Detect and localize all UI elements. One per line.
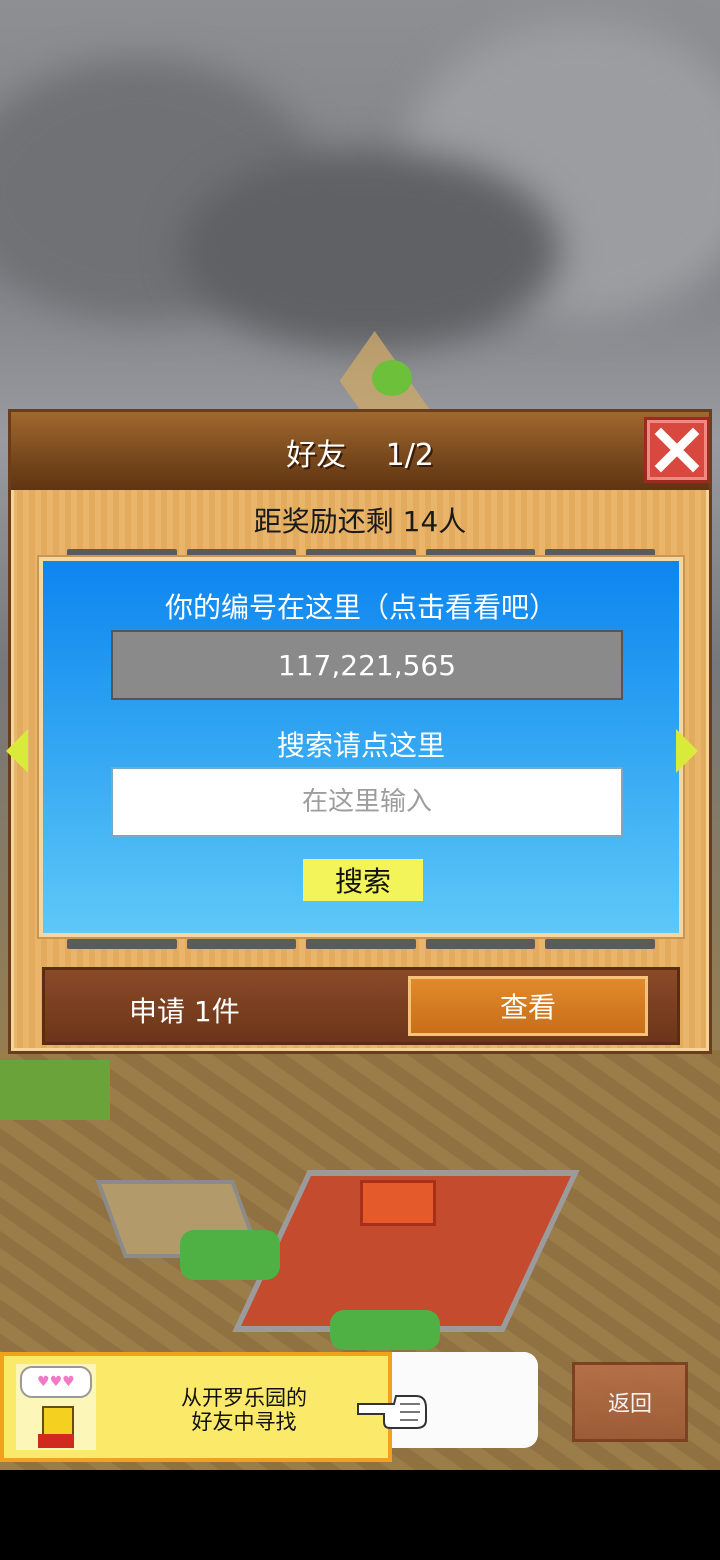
view-requests-button[interactable]: 查看: [408, 976, 648, 1036]
dialog-title-bar: 好友 1/2: [11, 412, 710, 490]
back-button[interactable]: 返回: [572, 1362, 688, 1442]
player-id-display[interactable]: 117,221,565: [111, 630, 623, 700]
indicator-segment: [186, 939, 297, 949]
pointing-hand-icon: [357, 1395, 427, 1429]
previous-page-arrow-icon[interactable]: [6, 729, 28, 773]
bed-sprite: [360, 1180, 436, 1226]
banner-text: 从开罗乐园的 好友中寻找: [181, 1386, 307, 1434]
player-id-label: 你的编号在这里（点击看看吧）: [164, 591, 557, 624]
fog-cloud: [180, 150, 560, 350]
friends-dialog: 好友 1/2 距奖励还剩 14人 你的编号在这里（点击看看吧） 117,221,…: [8, 409, 712, 1054]
find-friends-banner[interactable]: ♥♥♥ 从开罗乐园的 好友中寻找: [0, 1352, 392, 1462]
page-indicator-bottom: [39, 939, 683, 953]
close-icon: [654, 427, 700, 473]
tree-sprite: [372, 360, 412, 396]
search-input[interactable]: [111, 767, 623, 837]
indicator-segment: [545, 939, 655, 949]
character-body: [38, 1434, 74, 1448]
bush-sprite: [180, 1230, 280, 1280]
indicator-segment: [306, 939, 416, 949]
friend-search-panel: 你的编号在这里（点击看看吧） 117,221,565 搜索请点这里 搜索: [37, 555, 685, 939]
hearts-icon: ♥♥♥: [20, 1366, 92, 1398]
reward-remaining-text: 距奖励还剩 14人: [253, 505, 467, 538]
dialog-title: 好友 1/2: [286, 438, 434, 473]
indicator-segment: [425, 939, 536, 949]
bush-sprite: [330, 1310, 440, 1350]
grass-patch: [0, 1060, 110, 1120]
search-button[interactable]: 搜索: [303, 859, 423, 901]
kairo-character-avatar: ♥♥♥: [16, 1364, 96, 1450]
close-button[interactable]: [644, 417, 710, 483]
indicator-segment: [67, 939, 177, 949]
search-label: 搜索请点这里: [276, 729, 445, 762]
next-page-arrow-icon[interactable]: [676, 729, 698, 773]
requests-count: 申请 1件: [129, 995, 240, 1028]
friend-requests-bar: 申请 1件 查看: [42, 967, 680, 1045]
